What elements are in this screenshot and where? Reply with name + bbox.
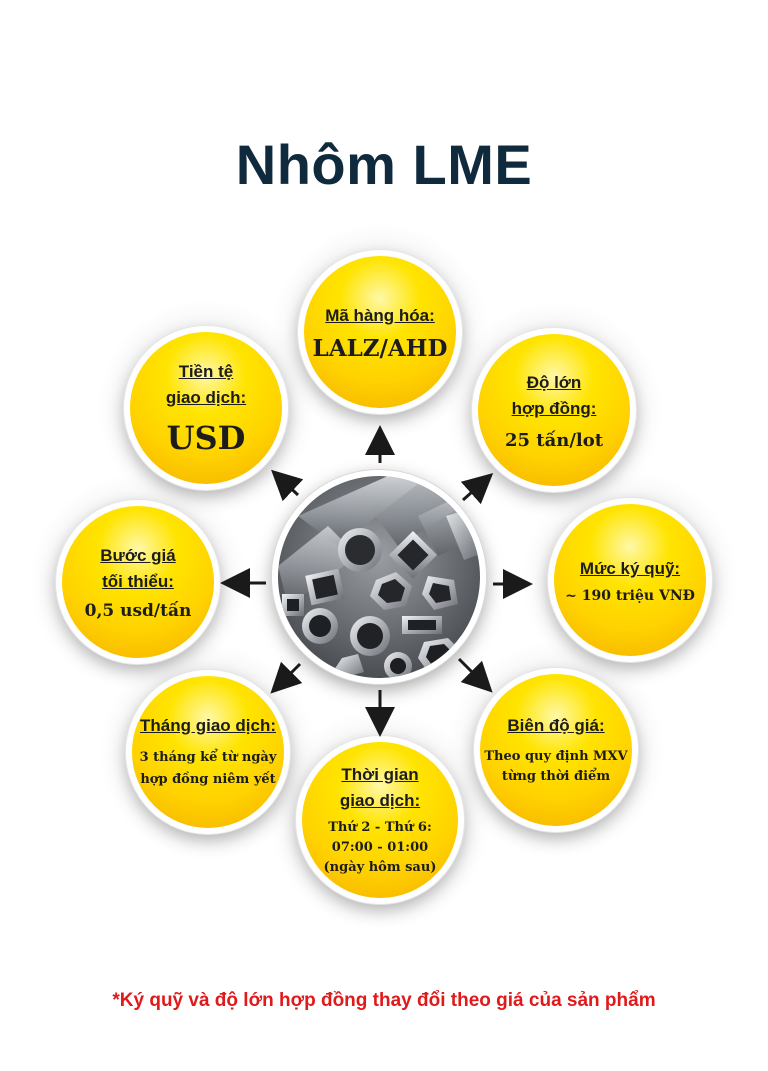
connector-arrows <box>220 425 533 737</box>
arrow-up-right <box>460 472 494 505</box>
footnote: *Ký quỹ và độ lớn hợp đồng thay đổi theo… <box>112 990 656 1011</box>
arrow-down-left <box>270 661 303 694</box>
arrow-down-right <box>457 657 493 693</box>
arrow-up-left <box>271 469 304 502</box>
